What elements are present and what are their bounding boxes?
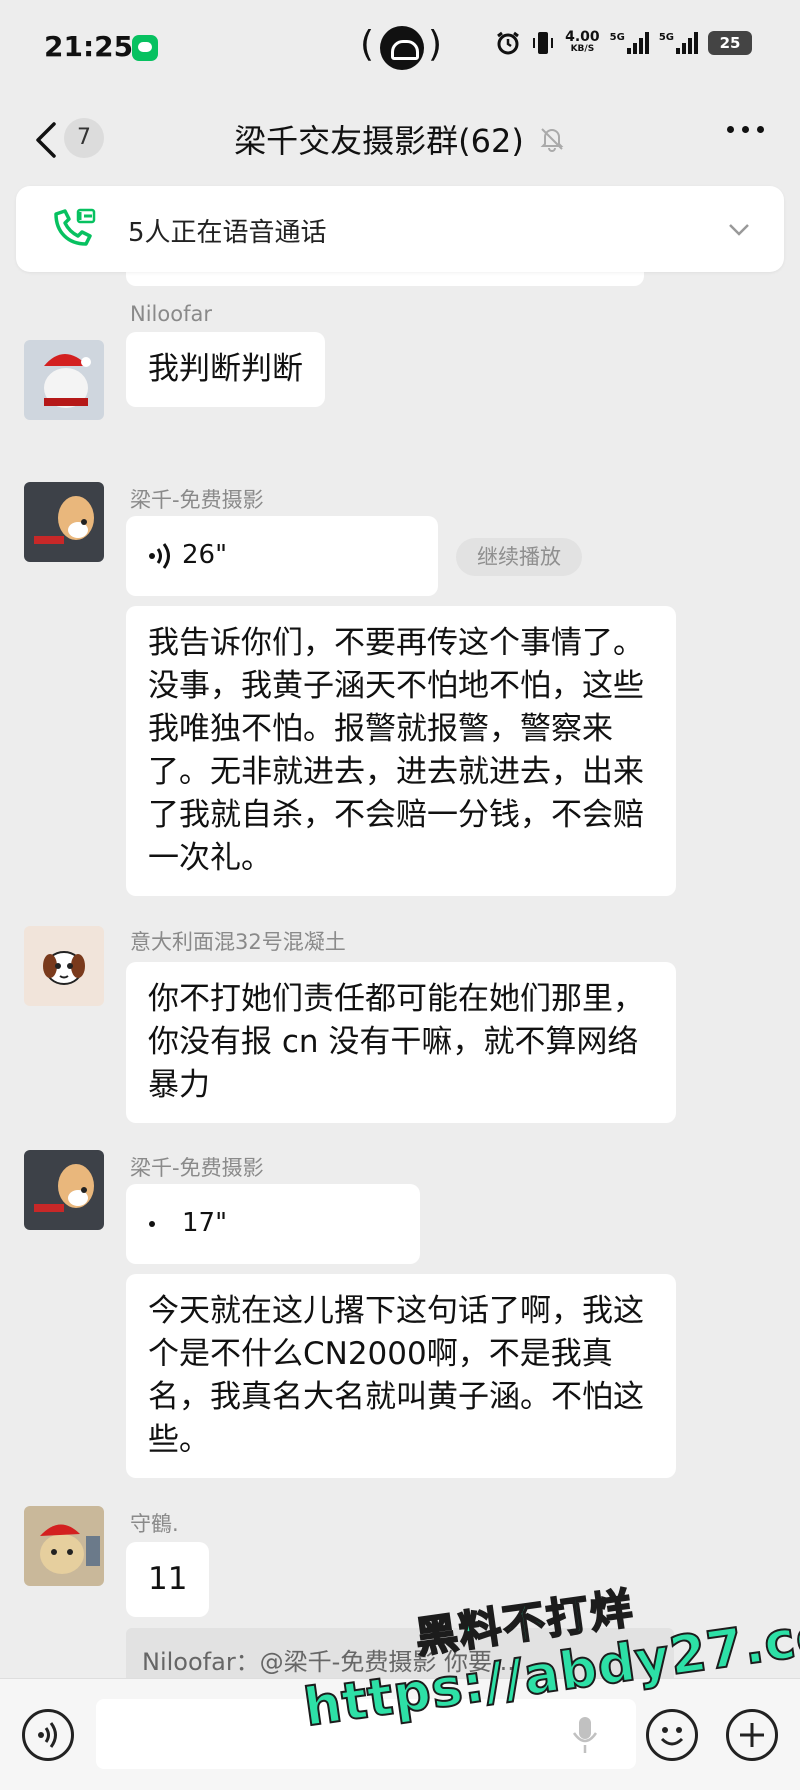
sender-name: 梁千-免费摄影 bbox=[130, 488, 264, 512]
message-bubble[interactable]: 我告诉你们，不要再传这个事情了。没事，我黄子涵天不怕地不怕，这些我唯独不怕。报警… bbox=[126, 606, 676, 896]
signal-icon: 5G bbox=[610, 32, 649, 54]
island-left-bracket: ( bbox=[360, 24, 375, 65]
plus-icon[interactable] bbox=[726, 1709, 778, 1761]
emoji-icon[interactable] bbox=[646, 1709, 698, 1761]
sim2-label: 5G bbox=[658, 32, 674, 43]
avatar[interactable] bbox=[24, 1150, 104, 1230]
net-speed: 4.00 KB/S bbox=[565, 29, 600, 55]
chat-title-text: 梁千交友摄影群(62) bbox=[234, 122, 524, 160]
status-time: 21:25 bbox=[44, 30, 134, 63]
hotspot-icon bbox=[380, 26, 424, 70]
message-list[interactable]: Niloofar 我判断判断 梁千-免费摄影 26" 继续播放 我告诉你们，不要… bbox=[0, 272, 800, 1678]
message-bubble[interactable]: 今天就在这儿撂下这句话了啊，我这个是不什么CN2000啊，不是我真名，我真名大名… bbox=[126, 1274, 676, 1478]
avatar[interactable] bbox=[24, 926, 104, 1006]
signal-icon: 5G bbox=[659, 32, 698, 54]
message-bubble[interactable]: 我判断判断 bbox=[126, 332, 325, 407]
sender-name: 意大利面混32号混凝土 bbox=[130, 930, 346, 954]
voice-call-text: 5人正在语音通话 bbox=[128, 218, 327, 248]
sender-name: 守鶴. bbox=[130, 1512, 179, 1536]
message-bubble[interactable]: 11 bbox=[126, 1542, 210, 1617]
chevron-down-icon[interactable] bbox=[726, 216, 752, 242]
quote-preview[interactable]: Niloofar：@梁千-免费摄影 你要... bbox=[126, 1628, 674, 1678]
voice-wave-icon bbox=[149, 1221, 155, 1227]
input-bar bbox=[0, 1678, 800, 1790]
sender-name: 梁千-免费摄影 bbox=[130, 1156, 264, 1180]
dynamic-island: ( ) bbox=[360, 24, 443, 70]
island-right-bracket: ) bbox=[428, 24, 443, 65]
chat-title[interactable]: 梁千交友摄影群(62) bbox=[0, 116, 800, 162]
avatar[interactable] bbox=[24, 1506, 104, 1586]
net-speed-unit: KB/S bbox=[570, 44, 595, 54]
continue-playback-button[interactable]: 继续播放 bbox=[456, 538, 582, 576]
voice-message-bubble[interactable]: 26" bbox=[126, 516, 438, 596]
message-bubble-partial bbox=[126, 272, 644, 286]
voice-call-banner[interactable]: 5人正在语音通话 bbox=[16, 186, 784, 272]
vibrate-icon bbox=[533, 32, 554, 54]
mute-icon bbox=[540, 128, 564, 152]
avatar[interactable] bbox=[24, 340, 104, 420]
voice-duration: 17" bbox=[182, 1208, 228, 1238]
status-bar: 21:25 ( ) 4.00 KB/S 5G 5G 25 bbox=[0, 0, 800, 96]
voice-wave-icon bbox=[149, 543, 170, 569]
voice-input-toggle-icon[interactable] bbox=[22, 1709, 74, 1761]
message-bubble[interactable]: 你不打她们责任都可能在她们那里，你没有报 cn 没有干嘛，就不算网络暴力 bbox=[126, 962, 676, 1123]
title-bar: 7 梁千交友摄影群(62) bbox=[0, 96, 800, 186]
wechat-notification-icon bbox=[132, 35, 158, 61]
mic-icon bbox=[572, 1717, 598, 1753]
message-input[interactable] bbox=[96, 1699, 636, 1769]
more-options-icon[interactable] bbox=[727, 126, 764, 133]
voice-message-bubble[interactable]: 17" bbox=[126, 1184, 420, 1264]
sim1-label: 5G bbox=[609, 32, 625, 43]
voice-duration: 26" bbox=[182, 540, 228, 570]
phone-icon bbox=[54, 208, 96, 246]
alarm-icon bbox=[497, 31, 520, 55]
avatar[interactable] bbox=[24, 482, 104, 562]
battery-icon: 25 bbox=[708, 31, 752, 55]
net-speed-value: 4.00 bbox=[565, 29, 600, 45]
sender-name: Niloofar bbox=[130, 302, 212, 326]
status-indicators: 4.00 KB/S 5G 5G 25 bbox=[495, 30, 752, 56]
